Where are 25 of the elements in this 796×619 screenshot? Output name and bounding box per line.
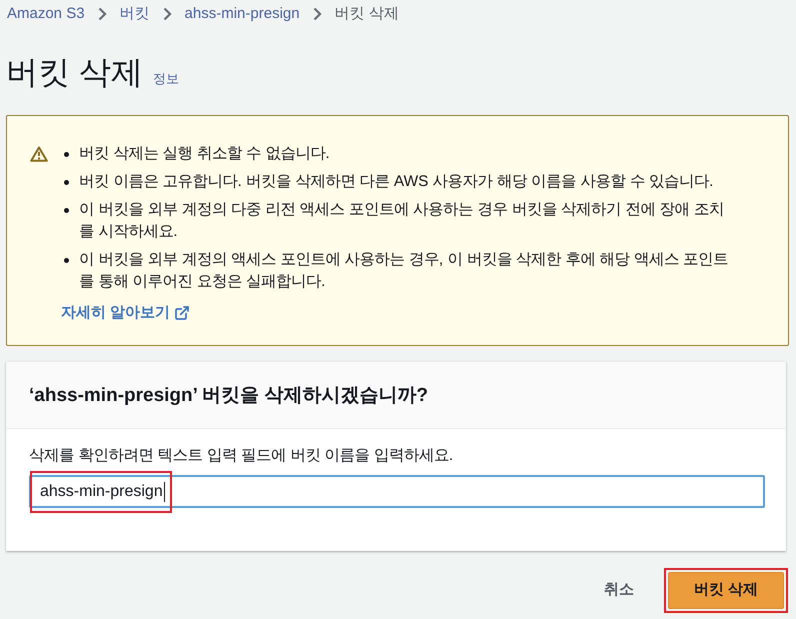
warning-text: 이 버킷을 외부 계정의 다중 리전 액세스 포인트에 사용하는 경우 버킷을 삭제하기 전에 장애 조치를 시작하세요.: [79, 200, 725, 242]
chevron-right-icon: [162, 7, 172, 21]
card-title: ‘ahss-min-presign’ 버킷을 삭제하시겠습니까?: [29, 384, 428, 408]
bullet-icon: [64, 258, 69, 263]
chevron-right-icon: [312, 7, 322, 21]
breadcrumb-link[interactable]: 버킷: [120, 4, 150, 24]
breadcrumb-link[interactable]: Amazon S3: [7, 4, 85, 24]
breadcrumb-current: 버킷 삭제: [334, 4, 399, 24]
warning-text: 이 버킷을 외부 계정의 액세스 포인트에 사용하는 경우, 이 버킷을 삭제한 후에 해당 액세스 포인트를 통해 이루어진 요청은 실패합니다.: [79, 250, 730, 292]
warning-text: 버킷 삭제는 실행 취소할 수 없습니다.: [79, 144, 331, 164]
info-link[interactable]: 정보: [152, 69, 179, 89]
warning-icon: [30, 146, 48, 162]
bullet-icon: [64, 208, 69, 213]
text-cursor: [164, 482, 165, 502]
cancel-button[interactable]: 취소: [604, 579, 634, 602]
delete-bucket-button[interactable]: 버킷 삭제: [668, 572, 784, 609]
warning-text: 버킷 이름은 고유합니다. 버킷을 삭제하면 다른 AWS 사용자가 해당 이름을 사용할 수 있습니다.: [79, 172, 714, 192]
external-link-icon: [174, 305, 190, 321]
field-label: 삭제를 확인하려면 텍스트 입력 필드에 버킷 이름을 입력하세요.: [29, 446, 454, 466]
learn-more-link[interactable]: 자세히 알아보기: [61, 303, 190, 323]
page-title: 버킷 삭제: [6, 53, 143, 92]
bullet-icon: [64, 180, 69, 185]
bullet-icon: [64, 152, 69, 157]
chevron-right-icon: [98, 7, 107, 21]
breadcrumb-link[interactable]: ahss-min-presign: [184, 4, 300, 24]
